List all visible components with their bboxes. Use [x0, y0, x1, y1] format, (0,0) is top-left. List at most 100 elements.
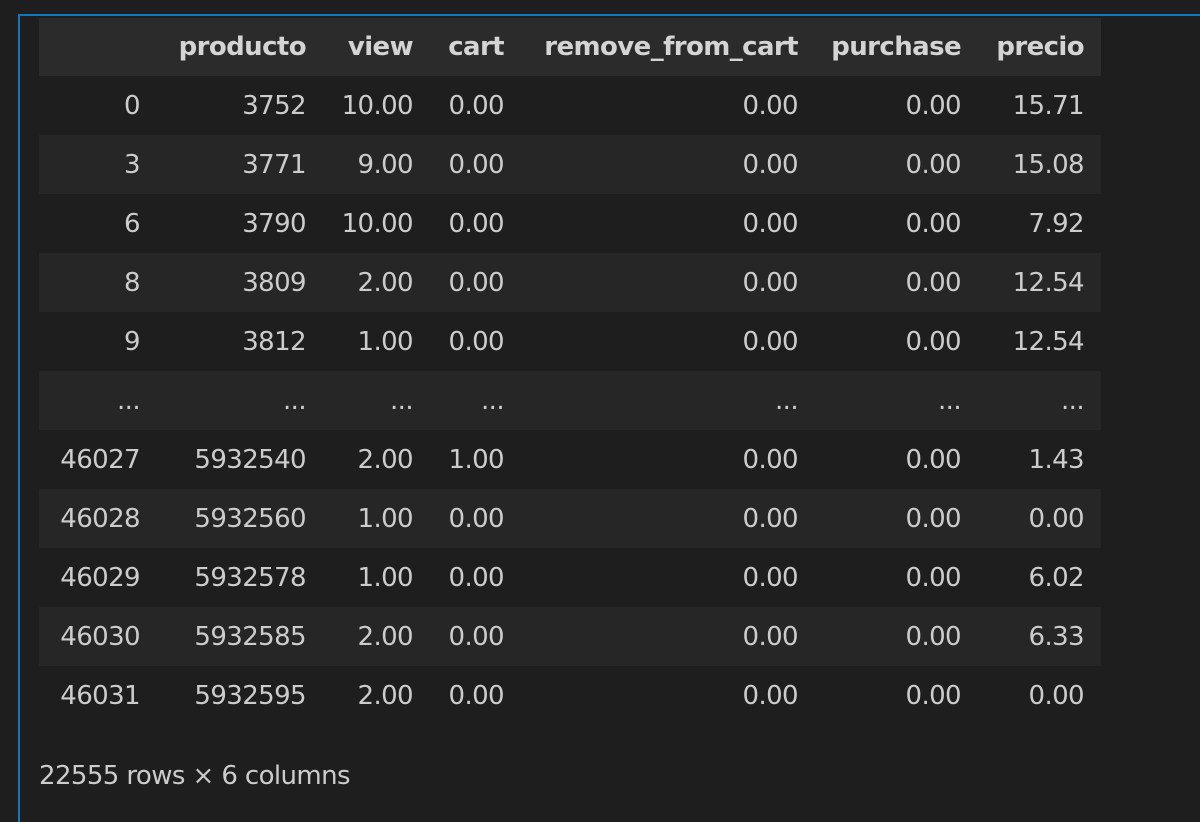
cell-cart: 0.00 [448, 90, 505, 121]
cell-remove-from-cart: 0.00 [742, 267, 799, 298]
cell-precio: 0.00 [1028, 680, 1085, 711]
row-index: 3 [124, 149, 141, 180]
cell-view: 10.00 [341, 90, 414, 121]
row-index: 0 [124, 90, 141, 121]
cell-purchase: 0.00 [905, 621, 962, 652]
column-header-remove-from-cart: remove_from_cart [544, 32, 798, 62]
cell-view: 9.00 [357, 149, 414, 180]
column-header-precio: precio [996, 32, 1084, 62]
cell-producto: ... [283, 385, 307, 416]
cell-producto: 5932578 [194, 562, 306, 593]
cell-precio: ... [1061, 385, 1085, 416]
cell-producto: 3771 [242, 149, 306, 180]
column-header-producto: producto [178, 32, 307, 62]
table-row: 9 3812 1.00 0.00 0.00 0.00 12.54 [39, 312, 1101, 371]
cell-cart: 0.00 [448, 621, 505, 652]
column-header-cart: cart [448, 32, 504, 62]
table-body: 0 3752 10.00 0.00 0.00 0.00 15.71 3 3771… [39, 76, 1101, 725]
cell-purchase: ... [938, 385, 962, 416]
table-header: producto view cart remove_from_cart purc… [39, 18, 1101, 76]
cell-producto: 3752 [242, 90, 306, 121]
table-row: 46028 5932560 1.00 0.00 0.00 0.00 0.00 [39, 489, 1101, 548]
cell-cart: 0.00 [448, 326, 505, 357]
column-header-purchase: purchase [831, 32, 961, 62]
table-row: 6 3790 10.00 0.00 0.00 0.00 7.92 [39, 194, 1101, 253]
row-index: 46030 [60, 621, 140, 652]
cell-purchase: 0.00 [905, 90, 962, 121]
cell-cart: 0.00 [448, 267, 505, 298]
cell-precio: 12.54 [1012, 326, 1085, 357]
header-row: producto view cart remove_from_cart purc… [39, 18, 1101, 76]
cell-purchase: 0.00 [905, 503, 962, 534]
cell-cart: 0.00 [448, 562, 505, 593]
cell-remove-from-cart: 0.00 [742, 208, 799, 239]
cell-remove-from-cart: ... [775, 385, 799, 416]
cell-cart: ... [481, 385, 505, 416]
cell-purchase: 0.00 [905, 149, 962, 180]
row-index: ... [117, 385, 141, 416]
cell-precio: 1.43 [1028, 444, 1085, 475]
cell-remove-from-cart: 0.00 [742, 562, 799, 593]
cell-cart: 0.00 [448, 503, 505, 534]
cell-view: ... [390, 385, 414, 416]
table-row: 46030 5932585 2.00 0.00 0.00 0.00 6.33 [39, 607, 1101, 666]
shape-caption: 22555 rows × 6 columns [39, 761, 351, 791]
cell-precio: 15.08 [1012, 149, 1085, 180]
table-row: 46027 5932540 2.00 1.00 0.00 0.00 1.43 [39, 430, 1101, 489]
cell-cart: 0.00 [448, 208, 505, 239]
cell-remove-from-cart: 0.00 [742, 621, 799, 652]
cell-purchase: 0.00 [905, 562, 962, 593]
cell-view: 1.00 [357, 562, 414, 593]
column-header-index [39, 18, 157, 76]
cell-remove-from-cart: 0.00 [742, 503, 799, 534]
cell-view: 1.00 [357, 503, 414, 534]
table-row: 3 3771 9.00 0.00 0.00 0.00 15.08 [39, 135, 1101, 194]
row-index: 8 [124, 267, 141, 298]
cell-producto: 3790 [242, 208, 306, 239]
cell-remove-from-cart: 0.00 [742, 149, 799, 180]
cell-purchase: 0.00 [905, 444, 962, 475]
cell-producto: 5932540 [194, 444, 306, 475]
row-index: 46027 [60, 444, 140, 475]
table-row: 8 3809 2.00 0.00 0.00 0.00 12.54 [39, 253, 1101, 312]
table-row: 46029 5932578 1.00 0.00 0.00 0.00 6.02 [39, 548, 1101, 607]
cell-purchase: 0.00 [905, 208, 962, 239]
table-row: 0 3752 10.00 0.00 0.00 0.00 15.71 [39, 76, 1101, 135]
cell-producto: 5932560 [194, 503, 306, 534]
cell-precio: 7.92 [1028, 208, 1085, 239]
row-index: 46028 [60, 503, 140, 534]
ellipsis-row: ... ... ... ... ... ... ... [39, 371, 1101, 430]
cell-producto: 5932595 [194, 680, 306, 711]
cell-output: producto view cart remove_from_cart purc… [18, 14, 1200, 822]
table-row: 46031 5932595 2.00 0.00 0.00 0.00 0.00 [39, 666, 1101, 725]
cell-precio: 6.02 [1028, 562, 1085, 593]
cell-precio: 15.71 [1012, 90, 1085, 121]
cell-purchase: 0.00 [905, 267, 962, 298]
dataframe-table: producto view cart remove_from_cart purc… [39, 18, 1101, 725]
cell-remove-from-cart: 0.00 [742, 680, 799, 711]
cell-remove-from-cart: 0.00 [742, 326, 799, 357]
cell-view: 2.00 [357, 267, 414, 298]
column-header-view: view [347, 32, 414, 62]
cell-cart: 0.00 [448, 680, 505, 711]
cell-cart: 0.00 [448, 149, 505, 180]
cell-view: 2.00 [357, 444, 414, 475]
cell-purchase: 0.00 [905, 680, 962, 711]
cell-producto: 3809 [242, 267, 306, 298]
cell-cart: 1.00 [448, 444, 505, 475]
cell-precio: 0.00 [1028, 503, 1085, 534]
cell-view: 2.00 [357, 680, 414, 711]
row-index: 46029 [60, 562, 140, 593]
row-index: 6 [124, 208, 141, 239]
cell-precio: 6.33 [1028, 621, 1085, 652]
cell-remove-from-cart: 0.00 [742, 90, 799, 121]
row-index: 46031 [60, 680, 140, 711]
cell-remove-from-cart: 0.00 [742, 444, 799, 475]
cell-view: 2.00 [357, 621, 414, 652]
cell-view: 1.00 [357, 326, 414, 357]
cell-precio: 12.54 [1012, 267, 1085, 298]
cell-purchase: 0.00 [905, 326, 962, 357]
cell-producto: 3812 [242, 326, 306, 357]
cell-producto: 5932585 [194, 621, 306, 652]
cell-view: 10.00 [341, 208, 414, 239]
